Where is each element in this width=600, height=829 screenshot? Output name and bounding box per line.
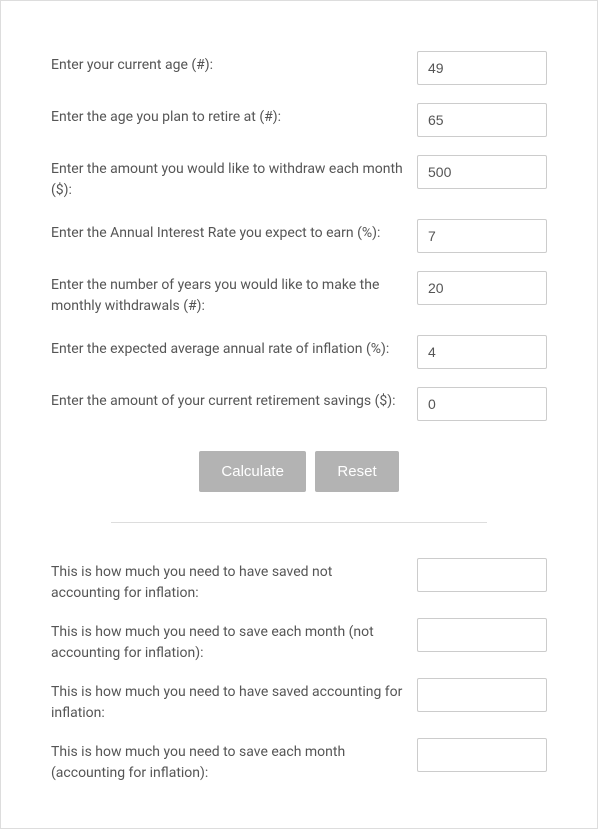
label-saved-with-inflation: This is how much you need to have saved … xyxy=(51,678,405,724)
row-current-savings: Enter the amount of your current retirem… xyxy=(51,387,547,421)
row-inflation-rate: Enter the expected average annual rate o… xyxy=(51,335,547,369)
divider xyxy=(111,522,487,523)
calculate-button[interactable]: Calculate xyxy=(199,451,306,492)
reset-button[interactable]: Reset xyxy=(315,451,398,492)
input-current-age[interactable] xyxy=(417,51,547,85)
output-saved-no-inflation[interactable] xyxy=(417,558,547,592)
label-withdraw-amount: Enter the amount you would like to withd… xyxy=(51,155,405,201)
row-withdraw-amount: Enter the amount you would like to withd… xyxy=(51,155,547,201)
label-saved-no-inflation: This is how much you need to have saved … xyxy=(51,558,405,604)
label-monthly-no-inflation: This is how much you need to save each m… xyxy=(51,618,405,664)
label-retire-age: Enter the age you plan to retire at (#): xyxy=(51,103,405,128)
input-years-withdraw[interactable] xyxy=(417,271,547,305)
label-current-age: Enter your current age (#): xyxy=(51,51,405,76)
output-saved-with-inflation[interactable] xyxy=(417,678,547,712)
results-section: This is how much you need to have saved … xyxy=(51,558,547,784)
row-monthly-with-inflation: This is how much you need to save each m… xyxy=(51,738,547,784)
input-inflation-rate[interactable] xyxy=(417,335,547,369)
row-interest-rate: Enter the Annual Interest Rate you expec… xyxy=(51,219,547,253)
row-years-withdraw: Enter the number of years you would like… xyxy=(51,271,547,317)
calculator-form: Enter your current age (#): Enter the ag… xyxy=(0,0,598,829)
label-interest-rate: Enter the Annual Interest Rate you expec… xyxy=(51,219,405,244)
row-monthly-no-inflation: This is how much you need to save each m… xyxy=(51,618,547,664)
label-monthly-with-inflation: This is how much you need to save each m… xyxy=(51,738,405,784)
output-monthly-no-inflation[interactable] xyxy=(417,618,547,652)
label-current-savings: Enter the amount of your current retirem… xyxy=(51,387,405,412)
row-saved-no-inflation: This is how much you need to have saved … xyxy=(51,558,547,604)
button-row: Calculate Reset xyxy=(51,451,547,492)
row-saved-with-inflation: This is how much you need to have saved … xyxy=(51,678,547,724)
input-retire-age[interactable] xyxy=(417,103,547,137)
label-inflation-rate: Enter the expected average annual rate o… xyxy=(51,335,405,360)
input-interest-rate[interactable] xyxy=(417,219,547,253)
label-years-withdraw: Enter the number of years you would like… xyxy=(51,271,405,317)
row-current-age: Enter your current age (#): xyxy=(51,51,547,85)
row-retire-age: Enter the age you plan to retire at (#): xyxy=(51,103,547,137)
output-monthly-with-inflation[interactable] xyxy=(417,738,547,772)
input-current-savings[interactable] xyxy=(417,387,547,421)
input-withdraw-amount[interactable] xyxy=(417,155,547,189)
